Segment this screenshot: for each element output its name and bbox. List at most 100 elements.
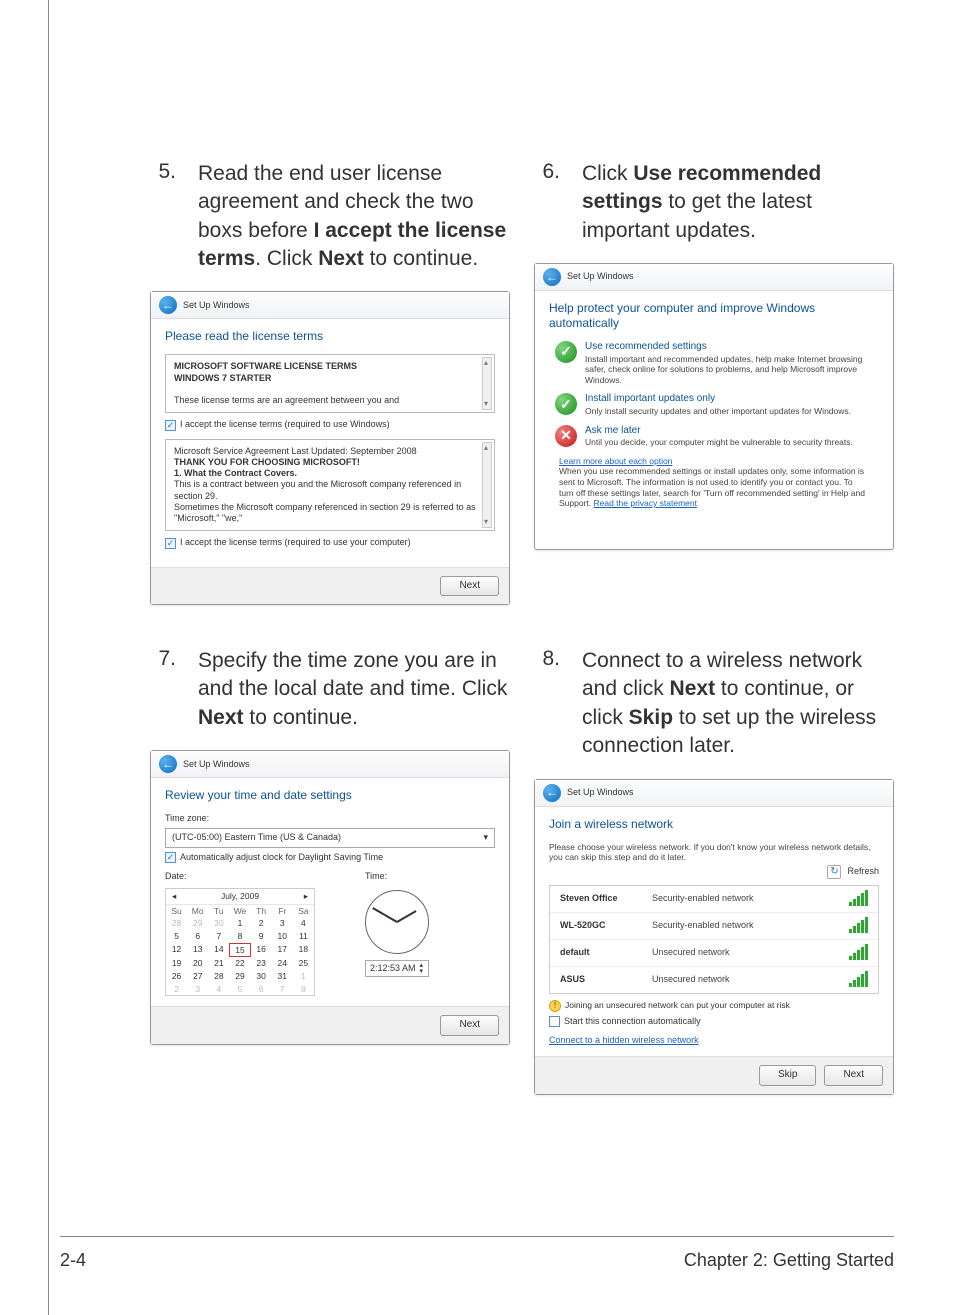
dialog-subtext: Please choose your wireless network. If …: [549, 842, 879, 863]
calendar-day[interactable]: 27: [187, 970, 208, 983]
calendar-day[interactable]: 22: [229, 957, 250, 970]
privacy-link[interactable]: Read the privacy statement: [594, 498, 697, 508]
spinner-icon[interactable]: ▴▾: [420, 963, 424, 974]
chapter-title: Chapter 2: Getting Started: [684, 1250, 894, 1271]
calendar-day[interactable]: 1: [293, 970, 314, 983]
calendar-day[interactable]: 18: [293, 943, 314, 958]
back-icon[interactable]: ←: [159, 755, 177, 773]
warning-icon: !: [549, 1000, 561, 1012]
calendar-day[interactable]: 8: [293, 983, 314, 996]
calendar-day[interactable]: 29: [229, 970, 250, 983]
scrollbar[interactable]: [482, 442, 492, 529]
auto-connect-checkbox[interactable]: Start this connection automatically: [549, 1016, 879, 1027]
calendar-day[interactable]: 7: [272, 983, 293, 996]
calendar-day[interactable]: 13: [187, 943, 208, 958]
back-icon[interactable]: ←: [543, 784, 561, 802]
calendar-day[interactable]: 25: [293, 957, 314, 970]
calendar-day[interactable]: 2: [166, 983, 187, 996]
skip-button[interactable]: Skip: [759, 1065, 816, 1086]
calendar-day[interactable]: 5: [166, 930, 187, 943]
calendar-day[interactable]: 6: [187, 930, 208, 943]
dst-checkbox[interactable]: ✓ Automatically adjust clock for Dayligh…: [165, 852, 495, 863]
checkbox-icon: ✓: [165, 852, 176, 863]
step-8: 8. Connect to a wireless network and cli…: [534, 647, 894, 760]
step-text: Connect to a wireless network and click …: [582, 647, 894, 760]
screenshot-time-date: ← Set Up Windows Review your time and da…: [150, 750, 510, 1045]
shield-x-icon: ✕: [555, 425, 577, 447]
step-5: 5. Read the end user license agreement a…: [150, 160, 510, 273]
wifi-row[interactable]: Steven OfficeSecurity-enabled network: [550, 886, 878, 913]
calendar-day[interactable]: 9: [251, 930, 272, 943]
back-icon[interactable]: ←: [543, 268, 561, 286]
screenshot-license-terms: ← Set Up Windows Please read the license…: [150, 291, 510, 605]
use-recommended-option[interactable]: ✓ Use recommended settingsInstall import…: [555, 341, 873, 385]
important-updates-option[interactable]: ✓ Install important updates onlyOnly ins…: [555, 393, 873, 416]
checkbox-icon: ✓: [165, 420, 176, 431]
wifi-row[interactable]: ASUSUnsecured network: [550, 967, 878, 993]
calendar-day[interactable]: 29: [187, 917, 208, 930]
step-text: Click Use recommended settings to get th…: [582, 160, 894, 245]
calendar-day[interactable]: 17: [272, 943, 293, 958]
timezone-label: Time zone:: [165, 813, 495, 824]
calendar-day[interactable]: 10: [272, 930, 293, 943]
step-number: 6.: [534, 160, 560, 245]
calendar-day[interactable]: 21: [208, 957, 229, 970]
calendar-day[interactable]: 20: [187, 957, 208, 970]
calendar-day[interactable]: 16: [251, 943, 272, 958]
checkbox-icon: [549, 1016, 560, 1027]
calendar-day[interactable]: 28: [208, 970, 229, 983]
accept-computer-checkbox[interactable]: ✓ I accept the license terms (required t…: [165, 537, 495, 548]
step-text: Specify the time zone you are in and the…: [198, 647, 510, 732]
timezone-select[interactable]: (UTC-05:00) Eastern Time (US & Canada) ▾: [165, 828, 495, 847]
calendar-day[interactable]: 26: [166, 970, 187, 983]
wifi-row[interactable]: defaultUnsecured network: [550, 940, 878, 967]
next-button[interactable]: Next: [824, 1065, 883, 1086]
dialog-heading: Help protect your computer and improve W…: [549, 301, 879, 331]
step-number: 5.: [150, 160, 176, 273]
calendar-day[interactable]: 11: [293, 930, 314, 943]
next-month-icon[interactable]: ▸: [304, 891, 308, 902]
step-number: 7.: [150, 647, 176, 732]
calendar-day[interactable]: 3: [187, 983, 208, 996]
back-icon[interactable]: ←: [159, 296, 177, 314]
calendar-day[interactable]: 15: [229, 943, 250, 958]
step-6: 6. Click Use recommended settings to get…: [534, 160, 894, 245]
refresh-icon[interactable]: ↻: [827, 865, 841, 879]
calendar-day[interactable]: 3: [272, 917, 293, 930]
calendar-day[interactable]: 28: [166, 917, 187, 930]
calendar-day[interactable]: 1: [229, 917, 250, 930]
hidden-network-link[interactable]: Connect to a hidden wireless network: [549, 1035, 699, 1045]
step-number: 8.: [534, 647, 560, 760]
calendar-day[interactable]: 19: [166, 957, 187, 970]
accept-windows-checkbox[interactable]: ✓ I accept the license terms (required t…: [165, 419, 495, 430]
ask-me-later-option[interactable]: ✕ Ask me laterUntil you decide, your com…: [555, 425, 873, 448]
scrollbar[interactable]: [482, 357, 492, 410]
next-button[interactable]: Next: [440, 1015, 499, 1036]
calendar-day[interactable]: 30: [251, 970, 272, 983]
learn-more-link[interactable]: Learn more about each option: [559, 456, 672, 466]
calendar-day[interactable]: 7: [208, 930, 229, 943]
calendar-day[interactable]: 2: [251, 917, 272, 930]
time-input[interactable]: 2:12:53 AM ▴▾: [365, 960, 429, 977]
calendar-day[interactable]: 8: [229, 930, 250, 943]
analog-clock: [365, 890, 429, 954]
calendar-day[interactable]: 31: [272, 970, 293, 983]
calendar-day[interactable]: 14: [208, 943, 229, 958]
next-button[interactable]: Next: [440, 576, 499, 597]
dialog-heading: Review your time and date settings: [165, 788, 495, 803]
calendar[interactable]: ◂ July, 2009 ▸ SuMoTuWeThFrSa28293012345…: [165, 888, 315, 996]
calendar-day[interactable]: 24: [272, 957, 293, 970]
refresh-label[interactable]: Refresh: [847, 866, 879, 877]
calendar-day[interactable]: 4: [208, 983, 229, 996]
calendar-day[interactable]: 6: [251, 983, 272, 996]
calendar-day[interactable]: 4: [293, 917, 314, 930]
date-label: Date:: [165, 871, 315, 882]
calendar-day[interactable]: 12: [166, 943, 187, 958]
prev-month-icon[interactable]: ◂: [172, 891, 176, 902]
signal-bars-icon: [849, 919, 868, 933]
dialog-heading: Please read the license terms: [165, 329, 495, 344]
calendar-day[interactable]: 23: [251, 957, 272, 970]
calendar-day[interactable]: 5: [229, 983, 250, 996]
calendar-day[interactable]: 30: [208, 917, 229, 930]
wifi-row[interactable]: WL-520GCSecurity-enabled network: [550, 913, 878, 940]
